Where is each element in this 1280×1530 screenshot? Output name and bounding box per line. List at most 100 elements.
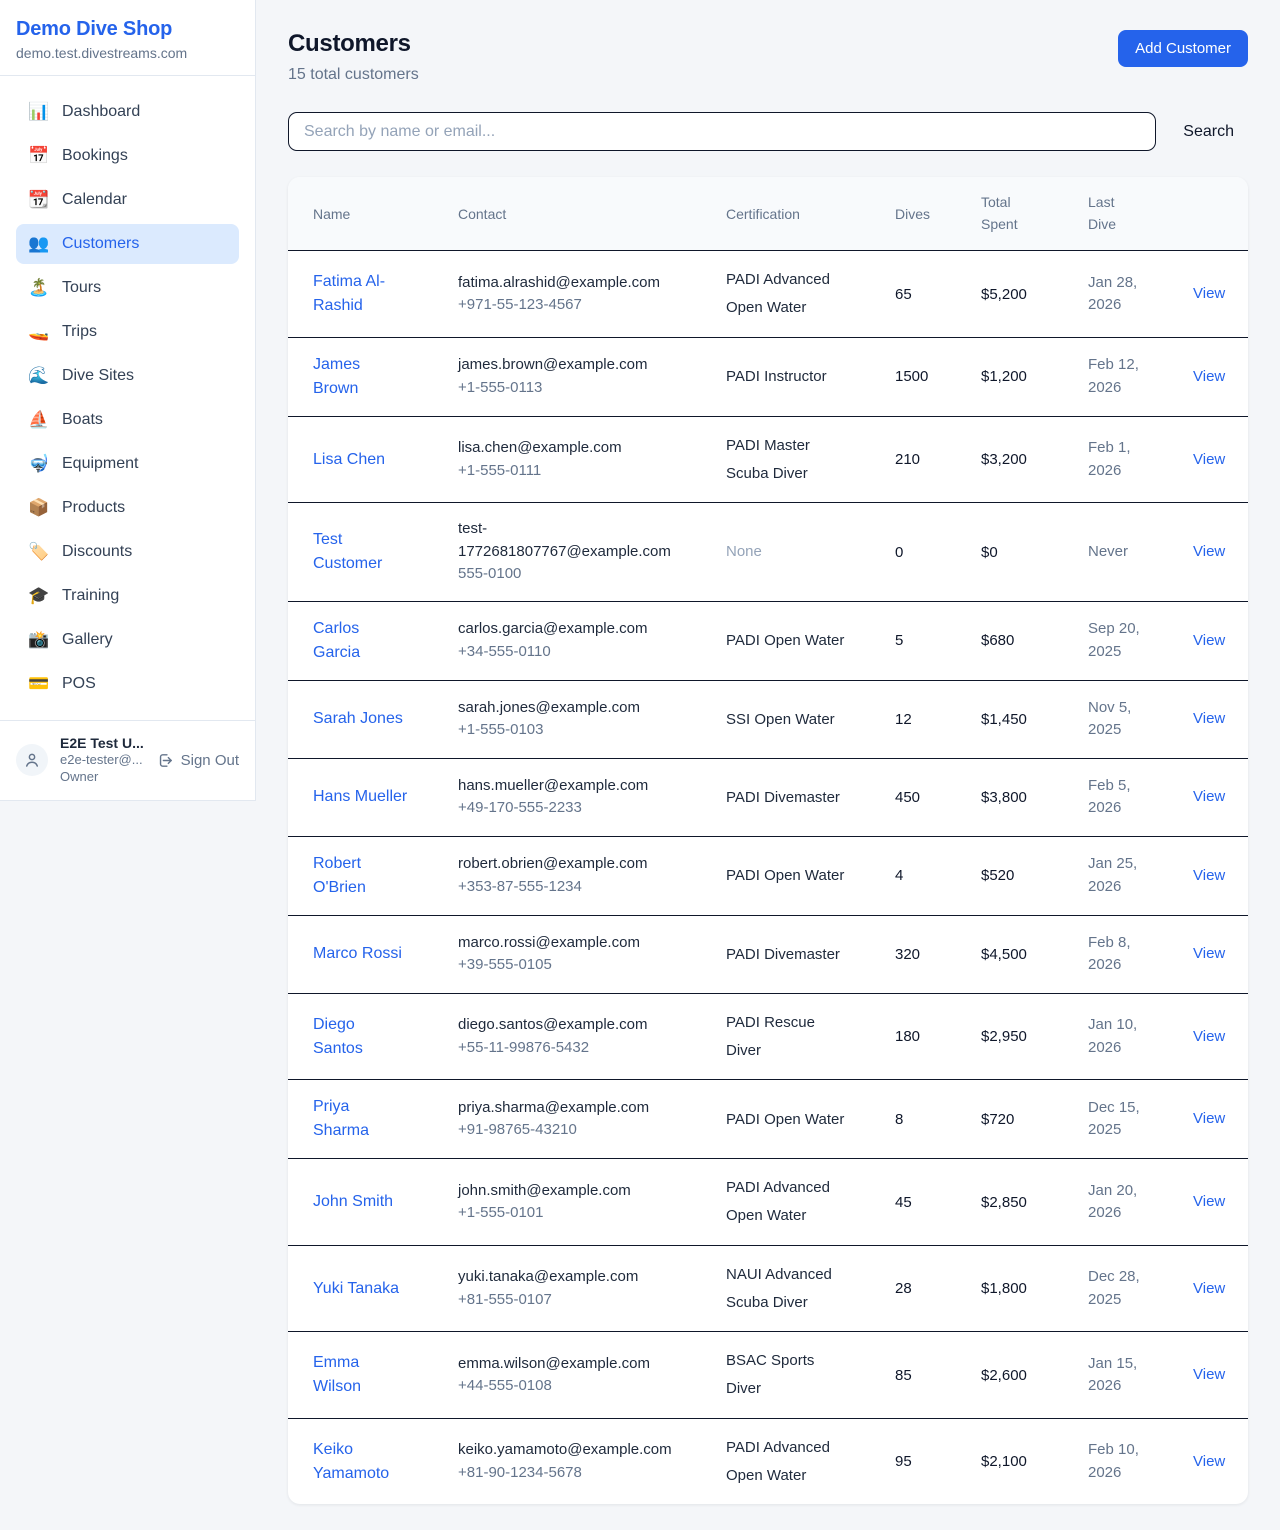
main-content: Customers 15 total customers Add Custome… (256, 0, 1280, 1530)
dives-cell: 450 (895, 789, 981, 806)
sidebar-item-training[interactable]: 🎓 Training (16, 576, 239, 616)
add-customer-button[interactable]: Add Customer (1118, 30, 1248, 67)
table-body: Fatima Al-Rashid fatima.alrashid@example… (288, 251, 1248, 1504)
sign-out-button[interactable]: Sign Out (157, 752, 239, 769)
customer-name-cell: Robert O'Brien (313, 852, 458, 900)
sidebar-item-label: Dashboard (62, 103, 140, 121)
sidebar-item-trips[interactable]: 🚤 Trips (16, 312, 239, 352)
total-spent-cell: $1,450 (981, 711, 1088, 728)
view-link[interactable]: View (1193, 1193, 1225, 1210)
total-spent-cell: $520 (981, 867, 1088, 884)
customer-name-link[interactable]: James Brown (313, 353, 408, 401)
view-link[interactable]: View (1193, 1366, 1225, 1383)
sidebar-item-equipment[interactable]: 🤿 Equipment (16, 444, 239, 484)
certification-cell: None (726, 538, 895, 566)
certification-value: PADI Rescue Diver (726, 1009, 848, 1065)
sidebar-item-customers[interactable]: 👥 Customers (16, 224, 239, 264)
sidebar-item-calendar[interactable]: 📆 Calendar (16, 180, 239, 220)
last-dive-cell: Feb 12, 2026 (1088, 354, 1193, 399)
view-link[interactable]: View (1193, 632, 1225, 649)
certification-cell: PADI Advanced Open Water (726, 1434, 895, 1490)
customer-name-link[interactable]: Emma Wilson (313, 1351, 408, 1399)
sidebar-item-bookings[interactable]: 📅 Bookings (16, 136, 239, 176)
sidebar-item-pos[interactable]: 💳 POS (16, 664, 239, 704)
customer-name-link[interactable]: Carlos Garcia (313, 617, 408, 665)
certification-value: BSAC Sports Diver (726, 1347, 848, 1403)
actions-cell: View (1193, 1193, 1225, 1211)
contact-cell: diego.santos@example.com +55-11-99876-54… (458, 1014, 726, 1059)
customer-name-link[interactable]: Priya Sharma (313, 1095, 408, 1143)
search-button[interactable]: Search (1183, 123, 1234, 141)
dives-cell: 8 (895, 1111, 981, 1128)
customer-email: keiko.yamamoto@example.com (458, 1439, 668, 1462)
customer-name-cell: Sarah Jones (313, 707, 458, 731)
sidebar-item-gallery[interactable]: 📸 Gallery (16, 620, 239, 660)
customer-phone: +1-555-0103 (458, 719, 726, 742)
view-link[interactable]: View (1193, 368, 1225, 385)
customer-name-link[interactable]: Keiko Yamamoto (313, 1438, 408, 1486)
total-spent-cell: $680 (981, 632, 1088, 649)
sidebar-item-boats[interactable]: ⛵ Boats (16, 400, 239, 440)
customers-table: Name Contact Certification Dives Total S… (288, 177, 1248, 1504)
certification-value: PADI Divemaster (726, 784, 840, 812)
contact-cell: emma.wilson@example.com +44-555-0108 (458, 1353, 726, 1398)
actions-cell: View (1193, 1028, 1225, 1046)
view-link[interactable]: View (1193, 1110, 1225, 1127)
actions-cell: View (1193, 632, 1225, 650)
shop-domain: demo.test.divestreams.com (16, 45, 239, 61)
customer-phone: +49-170-555-2233 (458, 797, 726, 820)
customer-name-link[interactable]: Sarah Jones (313, 707, 403, 731)
certification-value: PADI Advanced Open Water (726, 1174, 848, 1230)
certification-value: PADI Open Water (726, 1106, 844, 1134)
certification-value: PADI Instructor (726, 363, 827, 391)
certification-value: PADI Master Scuba Diver (726, 432, 848, 488)
table-row: John Smith john.smith@example.com +1-555… (288, 1159, 1248, 1246)
sidebar-user-footer: E2E Test U... e2e-tester@... Owner Sign … (0, 720, 255, 800)
view-link[interactable]: View (1193, 710, 1225, 727)
view-link[interactable]: View (1193, 788, 1225, 805)
dives-cell: 4 (895, 867, 981, 884)
last-dive-cell: Jan 20, 2026 (1088, 1180, 1193, 1225)
certification-value: PADI Advanced Open Water (726, 1434, 848, 1490)
sidebar-item-dive-sites[interactable]: 🌊 Dive Sites (16, 356, 239, 396)
customer-email: hans.mueller@example.com (458, 775, 668, 798)
customer-name-cell: James Brown (313, 353, 458, 401)
customer-name-link[interactable]: Hans Mueller (313, 785, 407, 809)
customer-phone: +55-11-99876-5432 (458, 1037, 726, 1060)
view-link[interactable]: View (1193, 451, 1225, 468)
table-row: Sarah Jones sarah.jones@example.com +1-5… (288, 681, 1248, 759)
actions-cell: View (1193, 285, 1225, 303)
last-dive-value: Feb 10, 2026 (1088, 1439, 1150, 1484)
view-link[interactable]: View (1193, 285, 1225, 302)
sidebar-item-label: Gallery (62, 631, 113, 649)
customer-name-link[interactable]: John Smith (313, 1190, 393, 1214)
certification-cell: NAUI Advanced Scuba Diver (726, 1261, 895, 1317)
view-link[interactable]: View (1193, 867, 1225, 884)
certification-value: None (726, 538, 762, 566)
last-dive-value: Jan 28, 2026 (1088, 272, 1150, 317)
table-row: Marco Rossi marco.rossi@example.com +39-… (288, 916, 1248, 994)
customer-name-link[interactable]: Diego Santos (313, 1013, 408, 1061)
view-link[interactable]: View (1193, 1453, 1225, 1470)
certification-cell: PADI Advanced Open Water (726, 1174, 895, 1230)
view-link[interactable]: View (1193, 1028, 1225, 1045)
sidebar-item-dashboard[interactable]: 📊 Dashboard (16, 92, 239, 132)
sidebar-item-discounts[interactable]: 🏷️ Discounts (16, 532, 239, 572)
sidebar-item-products[interactable]: 📦 Products (16, 488, 239, 528)
customer-name-link[interactable]: Yuki Tanaka (313, 1277, 399, 1301)
customer-name-link[interactable]: Robert O'Brien (313, 852, 408, 900)
sidebar-item-tours[interactable]: 🏝️ Tours (16, 268, 239, 308)
customer-name-link[interactable]: Test Customer (313, 528, 408, 576)
view-link[interactable]: View (1193, 1280, 1225, 1297)
customer-email: priya.sharma@example.com (458, 1097, 668, 1120)
view-link[interactable]: View (1193, 543, 1225, 560)
customer-name-cell: Priya Sharma (313, 1095, 458, 1143)
search-input[interactable] (288, 112, 1156, 151)
actions-cell: View (1193, 788, 1225, 806)
customer-name-link[interactable]: Fatima Al-Rashid (313, 270, 408, 318)
customer-name-link[interactable]: Lisa Chen (313, 448, 385, 472)
view-link[interactable]: View (1193, 945, 1225, 962)
user-name: E2E Test U... (60, 735, 144, 751)
customer-name-link[interactable]: Marco Rossi (313, 942, 402, 966)
certification-value: NAUI Advanced Scuba Diver (726, 1261, 848, 1317)
